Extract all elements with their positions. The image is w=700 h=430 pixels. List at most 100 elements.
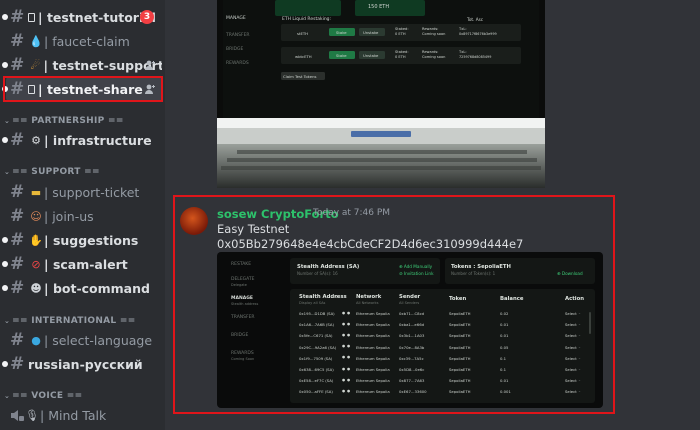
share-icon[interactable]: ●	[347, 389, 350, 393]
channel-support-ticket[interactable]: # ▬ | support-ticket	[6, 180, 162, 204]
text-channel-icon: #	[10, 254, 25, 274]
row-action[interactable]: Select	[565, 389, 577, 394]
unread-dot	[2, 285, 8, 291]
channel-select-language[interactable]: # ● | select-language	[6, 328, 162, 352]
row-network: Ethereum Sepolia	[356, 344, 390, 350]
chevron-down-icon[interactable]: ⌄	[578, 367, 581, 371]
category-voice[interactable]: ⌄ == VOICE ==	[4, 391, 82, 401]
unread-dot	[2, 237, 8, 243]
photo-row1-id: 0x89717f8676b3e999	[459, 32, 497, 36]
folder-icon: ▬	[30, 185, 42, 199]
text-channel-icon: #	[10, 206, 25, 226]
dash-nav-delegate-sub: Delegate	[231, 283, 247, 287]
channel-name: scam-alert	[52, 256, 128, 272]
gear-icon: ⚙	[31, 133, 41, 147]
channel-separator: |	[44, 280, 49, 296]
photo-row2-rewards-label: Rewards:	[422, 50, 439, 54]
row-address: 0x1A6...7A6B (SA)	[299, 322, 334, 328]
download-link[interactable]: ⊕ Download	[557, 271, 583, 276]
channel-infrastructure[interactable]: # ⚙ | infrastructure	[2, 128, 162, 152]
share-icon[interactable]: ●	[347, 367, 350, 371]
text-channel-icon: #	[10, 230, 25, 250]
copy-icon[interactable]: ●	[342, 355, 345, 359]
text-channel-icon: #	[10, 130, 25, 150]
channel-testnet-tutorial[interactable]: # | testnet-tutorial 3	[2, 5, 162, 29]
copy-icon[interactable]: ●	[342, 344, 345, 348]
unread-dot	[2, 137, 8, 143]
copy-icon[interactable]: ●	[342, 333, 345, 337]
category-partnership[interactable]: ⌄ == PARTNERSHIP ==	[4, 116, 124, 126]
row-action[interactable]: Select	[565, 345, 577, 350]
category-support[interactable]: ⌄ == SUPPORT ==	[4, 167, 100, 177]
robot-icon: ☻	[30, 281, 42, 295]
unread-dot	[2, 14, 8, 20]
stealth-title: Stealth Address (SA)	[297, 264, 360, 270]
chevron-down-icon: ⌄	[4, 168, 11, 176]
text-channel-icon: #	[10, 55, 25, 75]
row-sender: 0xb71...C8cd	[399, 311, 425, 316]
row-network: Ethereum Sepolia	[356, 378, 390, 384]
row-action[interactable]: Select	[565, 356, 577, 361]
row-action[interactable]: Select	[565, 367, 577, 372]
share-icon[interactable]: ●	[347, 344, 350, 348]
row-address: 0xE58...eF7C (SA)	[299, 378, 334, 384]
share-icon[interactable]: ●	[347, 311, 350, 315]
voice-channel-mind-talk[interactable]: 🎙 | Mind Talk	[6, 403, 162, 427]
photo-row1-asset: stETH	[297, 31, 309, 36]
chevron-down-icon[interactable]: ⌄	[578, 311, 581, 315]
copy-icon[interactable]: ●	[342, 322, 345, 326]
photo-row2-id: 7259768d8085499	[459, 55, 492, 59]
channel-separator: |	[44, 33, 49, 49]
copy-icon[interactable]: ●	[342, 389, 345, 393]
channel-separator: |	[44, 332, 49, 348]
channel-name: russian-русский	[28, 356, 143, 372]
chevron-down-icon[interactable]: ⌄	[578, 333, 581, 337]
copy-icon[interactable]: ●	[342, 311, 345, 315]
chevron-down-icon[interactable]: ⌄	[578, 322, 581, 326]
share-icon[interactable]: ●	[347, 333, 350, 337]
chevron-down-icon[interactable]: ⌄	[578, 345, 581, 349]
message-timestamp: Today at 7:46 PM	[313, 208, 391, 218]
share-icon[interactable]: ●	[347, 322, 350, 326]
row-sender: 0x3b1...1A03	[399, 333, 425, 339]
message-line-2: 0x05Bb279648e4e4cbCdeCF2D4d6ec310999d444…	[217, 237, 524, 251]
share-icon[interactable]: ●	[347, 355, 350, 359]
chevron-down-icon[interactable]: ⌄	[578, 378, 581, 382]
unread-dot	[2, 261, 8, 267]
add-member-icon[interactable]	[144, 59, 156, 71]
tokens-title: Tokens : SepoliaETH	[451, 264, 511, 270]
row-action[interactable]: Select	[565, 378, 577, 383]
photo-row1-stake: Stake	[336, 30, 347, 35]
copy-icon[interactable]: ●	[342, 378, 345, 382]
chevron-down-icon[interactable]: ⌄	[578, 389, 581, 393]
copy-icon[interactable]: ●	[342, 367, 345, 371]
channel-testnet-support[interactable]: # ☄ | testnet-support	[2, 53, 162, 77]
text-channel-icon: #	[10, 182, 25, 202]
table-scrollbar[interactable]	[589, 312, 591, 334]
row-balance: 0.001	[500, 389, 511, 395]
avatar[interactable]	[180, 207, 208, 235]
chevron-down-icon: ⌄	[4, 392, 11, 400]
channel-bot-command[interactable]: # ☻ | bot-command	[2, 276, 162, 300]
laptop-screen-photo[interactable]: MANAGE TRANSFER BRIDGE REWARDS 150 ETH E…	[217, 0, 545, 188]
row-action[interactable]: Select	[565, 322, 577, 327]
row-balance: 0.01	[500, 322, 509, 328]
row-action[interactable]: Select	[565, 311, 577, 316]
category-international[interactable]: ⌄ == INTERNATIONAL ==	[4, 316, 136, 326]
channel-join-us[interactable]: # ☺ | join-us	[6, 204, 162, 228]
add-manually-link[interactable]: ⊕ Add Manually	[399, 264, 432, 269]
chevron-down-icon[interactable]: ⌄	[578, 356, 581, 360]
table-search-icon[interactable]: ⌕	[335, 294, 338, 300]
invitation-link[interactable]: ⊘ Invitation Link	[399, 271, 434, 276]
share-icon[interactable]: ●	[347, 378, 350, 382]
dashboard-screenshot[interactable]: RESTAKE DELEGATE Delegate MANAGE Stealth…	[217, 252, 603, 408]
channel-name: infrastructure	[52, 132, 152, 148]
channel-russian[interactable]: # russian-русский	[2, 352, 162, 376]
channel-faucet-claim[interactable]: # 💧 | faucet-claim	[6, 29, 162, 53]
row-sender: 0xE67...33600	[399, 389, 427, 395]
row-network: Ethereum Sepolia	[356, 322, 390, 328]
channel-suggestions[interactable]: # ✋ | suggestions	[2, 228, 162, 252]
row-token: SepoliaETH	[449, 367, 471, 372]
row-action[interactable]: Select	[565, 333, 577, 338]
channel-scam-alert[interactable]: # ⊘ | scam-alert	[2, 252, 162, 276]
